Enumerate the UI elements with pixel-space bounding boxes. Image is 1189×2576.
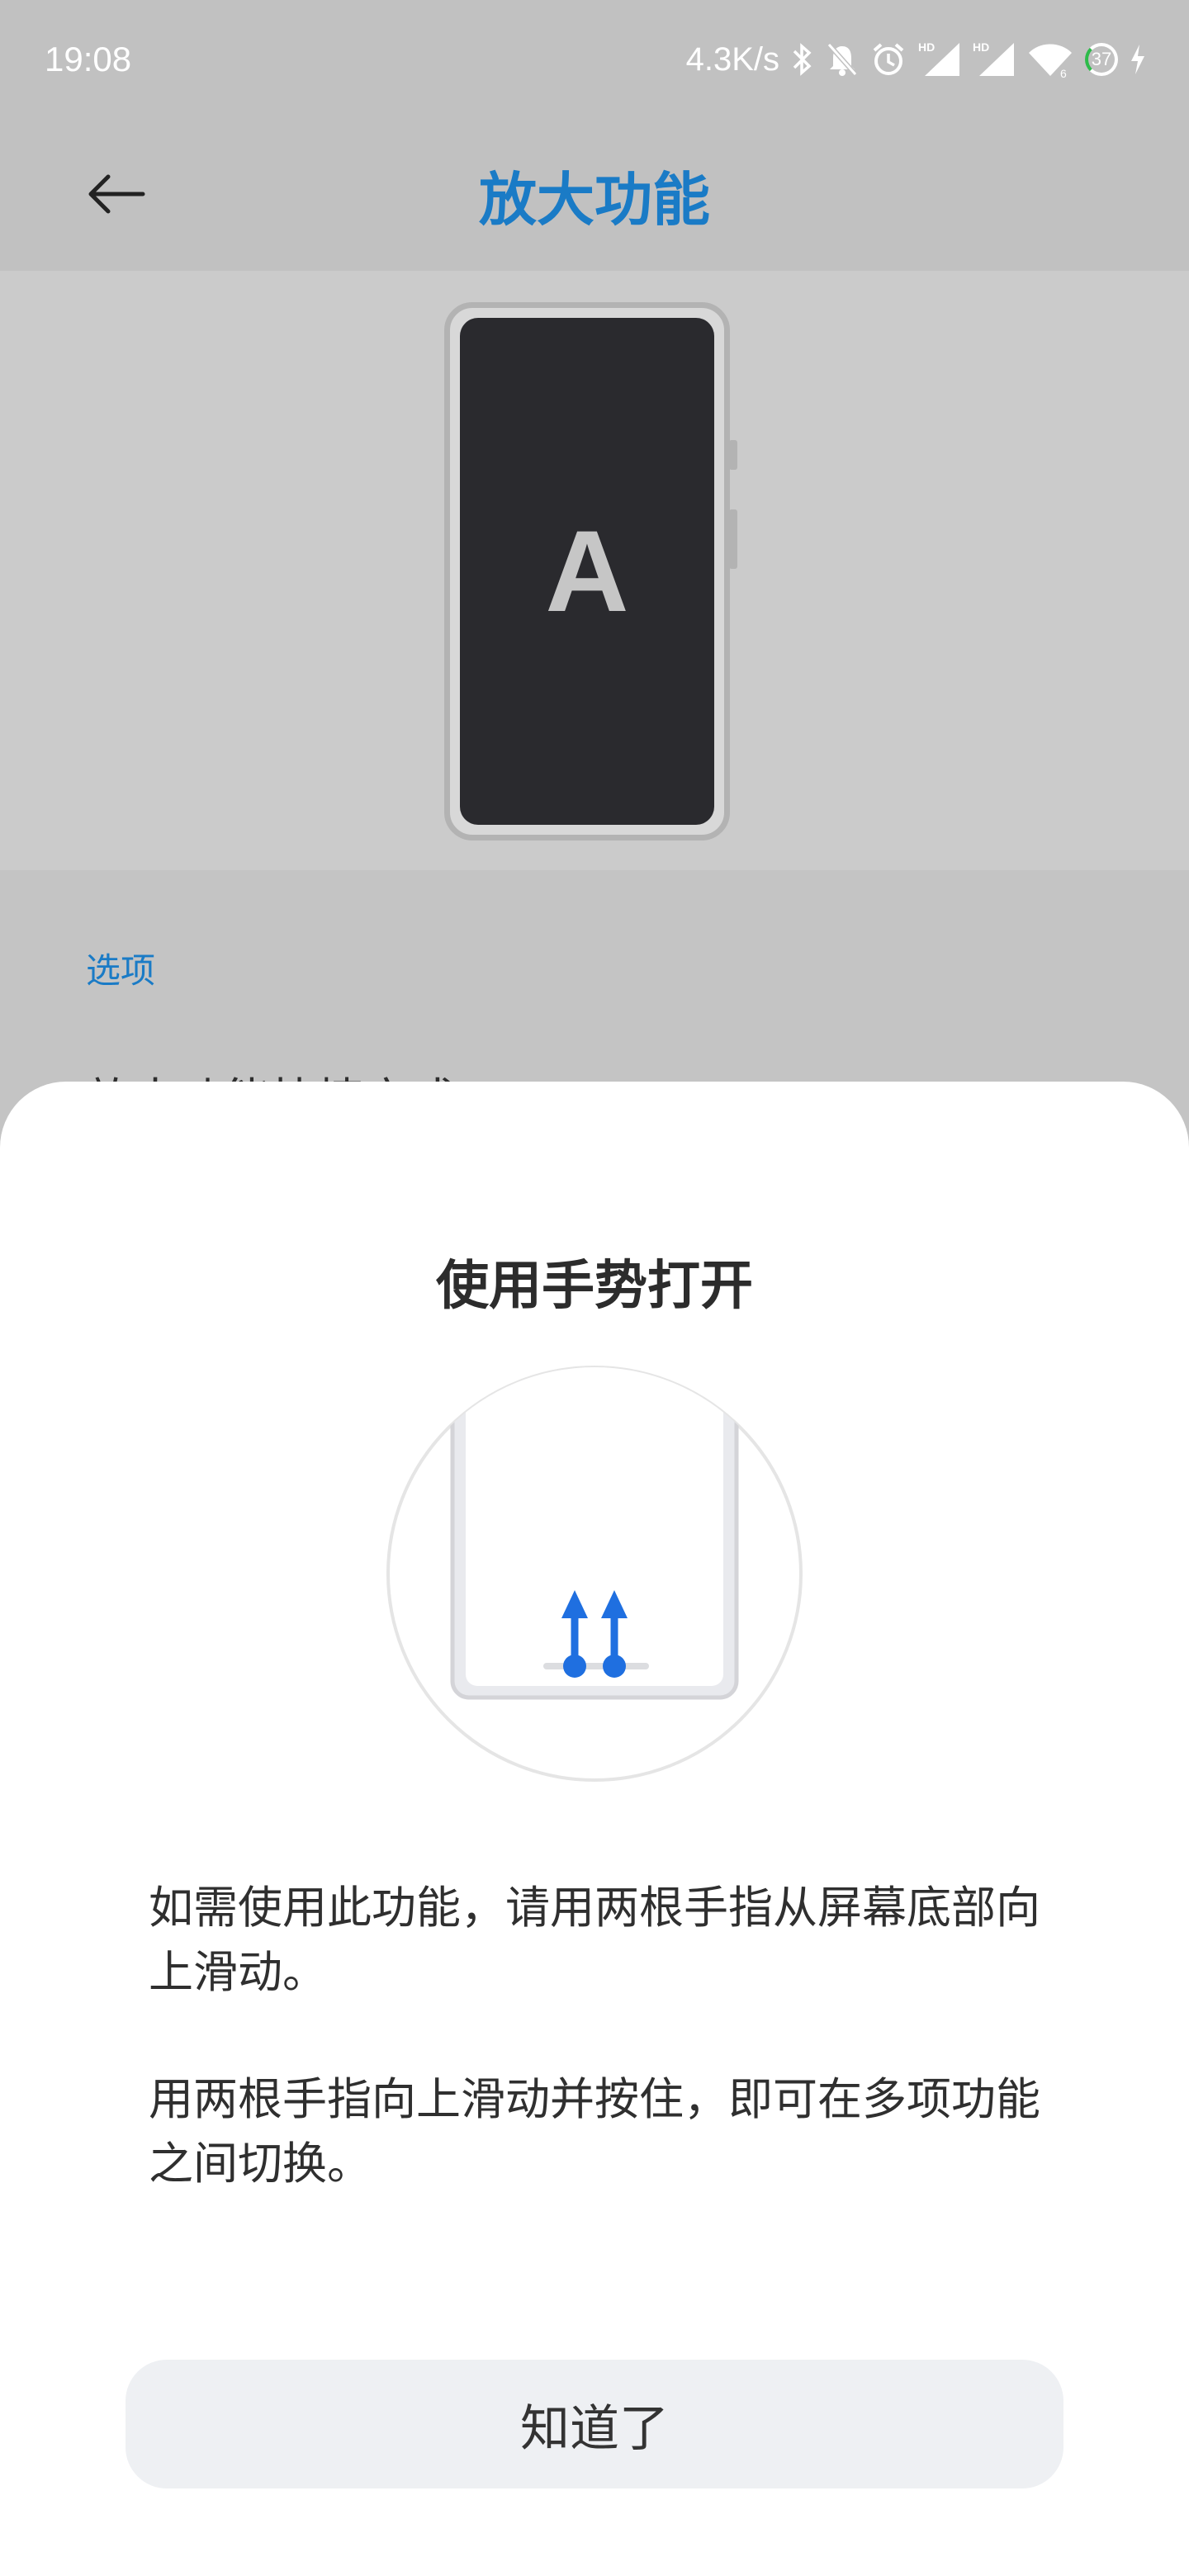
- phone-screen: A: [460, 318, 714, 825]
- phone-screen-letter: A: [545, 506, 629, 636]
- got-it-button[interactable]: 知道了: [126, 2360, 1063, 2488]
- phone-side-button: [729, 509, 737, 569]
- mute-icon: [827, 43, 858, 76]
- status-bar: 19:08 4.3K/s HD HD 6 37: [0, 0, 1189, 124]
- svg-text:HD: HD: [973, 40, 989, 54]
- battery-icon: 37: [1085, 43, 1118, 76]
- alarm-icon: [873, 43, 904, 75]
- hero-illustration: A: [0, 271, 1189, 870]
- phone-side-button: [729, 440, 737, 470]
- signal-hd-icon: HD: [973, 40, 1014, 76]
- svg-text:6: 6: [1060, 67, 1067, 79]
- options-section-label: 选项: [86, 950, 156, 991]
- sheet-title: 使用手势打开: [436, 1256, 753, 1317]
- instruction-text: 如需使用此功能，请用两根手指从屏幕底部向上滑动。: [149, 1882, 1040, 1998]
- charging-icon: [1131, 45, 1144, 74]
- status-time: 19:08: [45, 40, 132, 78]
- page-title: 放大功能: [479, 166, 710, 234]
- status-icons: 4.3K/s HD HD 6 37: [686, 35, 1146, 84]
- two-finger-swipe-illustration: [386, 1366, 803, 1782]
- signal-hd-icon: HD: [918, 40, 959, 76]
- app-bar: 放大功能: [0, 124, 1189, 271]
- switch-hint-text: 用两根手指向上滑动并按住，即可在多项功能之间切换。: [149, 2073, 1040, 2190]
- wifi-icon: 6: [1029, 44, 1072, 79]
- bluetooth-icon: [793, 43, 812, 76]
- svg-text:HD: HD: [918, 40, 935, 54]
- network-speed: 4.3K/s: [685, 40, 779, 78]
- phone-illustration: A: [444, 302, 737, 841]
- gesture-bottom-sheet: 使用手势打开 如需使用此功能，请用两根手指从屏幕底部向上滑动。 用两根手指向上滑…: [0, 1082, 1189, 2576]
- battery-level: 37: [1091, 49, 1112, 69]
